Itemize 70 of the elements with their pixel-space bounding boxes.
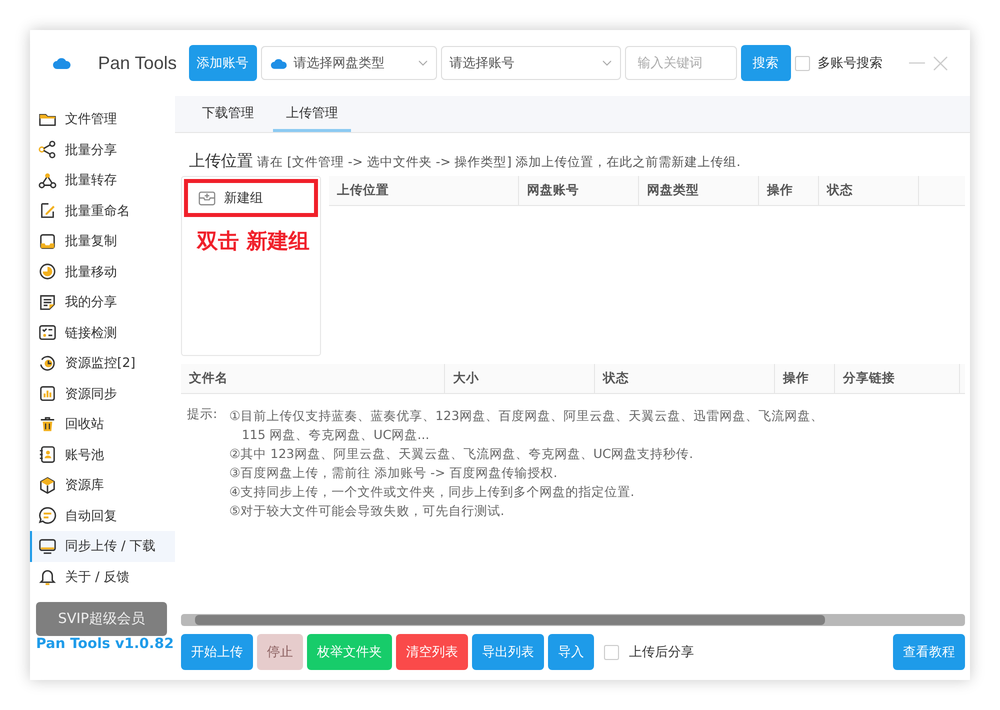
sidebar-item[interactable]: 批量重命名 <box>30 196 175 226</box>
sidebar-item[interactable]: 回收站 <box>30 409 175 440</box>
disk-type-select[interactable]: 请选择网盘类型 <box>260 46 437 80</box>
chevron-down-icon <box>602 60 612 66</box>
nodes-icon <box>38 170 57 190</box>
edit-icon <box>38 201 57 220</box>
sidebar-item[interactable]: 同步上传 / 下载 <box>30 531 175 562</box>
sidebar-item[interactable]: 链接检测 <box>30 318 175 348</box>
tip-text: ①目前上传仅支持蓝奏、蓝奏优享、123网盘、百度网盘、阿里云盘、天翼云盘、迅雷网盘、飞流网盘、115 网盘、夸克网盘、UC网盘... <box>229 407 824 444</box>
sidebar-item[interactable]: 批量分享 <box>30 134 175 165</box>
keyword-field[interactable]: 输入关键词 <box>624 46 737 80</box>
annotation-text: 双击 新建组 <box>197 228 310 255</box>
tip-text: ③百度网盘上传，需前往 添加账号 -> 百度网盘传输授权. <box>229 464 558 482</box>
sidebar-item[interactable]: 自动回复 <box>30 500 175 531</box>
trash-icon <box>38 414 57 434</box>
sidebar-item[interactable]: 文件管理 <box>30 104 175 134</box>
section-title: 上传位置 <box>189 151 253 172</box>
column-header: 状态 <box>819 176 919 205</box>
sidebar-item[interactable]: 资源监控[2] <box>30 348 175 378</box>
add-folder-icon <box>198 189 216 207</box>
tab[interactable]: 上传管理 <box>273 96 351 132</box>
checklist-icon <box>38 323 57 342</box>
column-header: 大小 <box>445 364 595 393</box>
sidebar-item[interactable]: 资源库 <box>30 470 175 500</box>
multi-account-checkbox[interactable] <box>794 56 810 70</box>
contact-icon <box>38 445 57 464</box>
group-item[interactable]: 新建组 <box>184 179 318 217</box>
cube-icon <box>38 476 57 495</box>
sidebar-item[interactable]: 我的分享 <box>30 287 175 318</box>
monitor-icon <box>38 536 57 556</box>
sidebar-item[interactable]: 关于 / 反馈 <box>30 562 175 592</box>
version-label: Pan Tools v1.0.82 <box>36 636 175 652</box>
bell-icon <box>38 567 57 586</box>
tab[interactable]: 下载管理 <box>189 96 267 132</box>
share-after-upload-checkbox[interactable] <box>604 644 619 660</box>
column-header: 分享链接 <box>835 364 960 393</box>
column-header: 网盘类型 <box>639 176 759 205</box>
tip-text: ④支持同步上传，一个文件或文件夹，同步上传到多个网盘的指定位置. <box>229 483 636 501</box>
tip-text: ⑤对于较大文件可能会导致失败，可先自行测试. <box>229 502 506 520</box>
sidebar-item[interactable]: 批量转存 <box>30 165 175 196</box>
inbox-icon <box>38 232 57 251</box>
document-icon <box>38 292 57 312</box>
tips-label: 提示: <box>187 406 218 423</box>
sidebar-item[interactable]: 批量移动 <box>30 256 175 287</box>
checkbox-label: 上传后分享 <box>629 644 694 661</box>
clock-icon <box>38 354 57 373</box>
chat-icon <box>38 506 57 526</box>
checkbox-label: 多账号搜索 <box>818 55 883 72</box>
account-select[interactable]: 请选择账号 <box>440 46 621 80</box>
column-header: 操作 <box>775 364 835 393</box>
cloud-icon <box>270 56 288 70</box>
column-header: 文件名 <box>181 364 445 393</box>
column-header: 上传位置 <box>329 176 519 205</box>
sidebar-item[interactable]: 批量复制 <box>30 226 175 256</box>
chevron-down-icon <box>418 60 428 66</box>
horizontal-scrollbar[interactable] <box>181 614 965 626</box>
app-title: Pan Tools <box>98 52 177 74</box>
minimize-icon[interactable] <box>908 62 925 64</box>
sidebar-item[interactable]: 资源同步 <box>30 378 175 409</box>
cloud-logo-icon <box>52 56 72 70</box>
bar-chart-icon <box>38 384 57 404</box>
share-icon <box>38 140 57 160</box>
pie-chart-icon <box>38 262 57 282</box>
section-hint: 请在 [文件管理 -> 选中文件夹 -> 操作类型] 添加上传位置，在此之前需新建上传组. <box>257 154 741 171</box>
close-icon[interactable] <box>932 56 948 70</box>
sidebar-item[interactable]: 账号池 <box>30 440 175 470</box>
column-header: 网盘账号 <box>519 176 639 205</box>
tip-text: ②其中 123网盘、阿里云盘、天翼云盘、飞流网盘、夸克网盘、UC网盘支持秒传. <box>229 445 694 463</box>
column-header: 状态 <box>595 364 775 393</box>
column-header: 操作 <box>759 176 819 205</box>
